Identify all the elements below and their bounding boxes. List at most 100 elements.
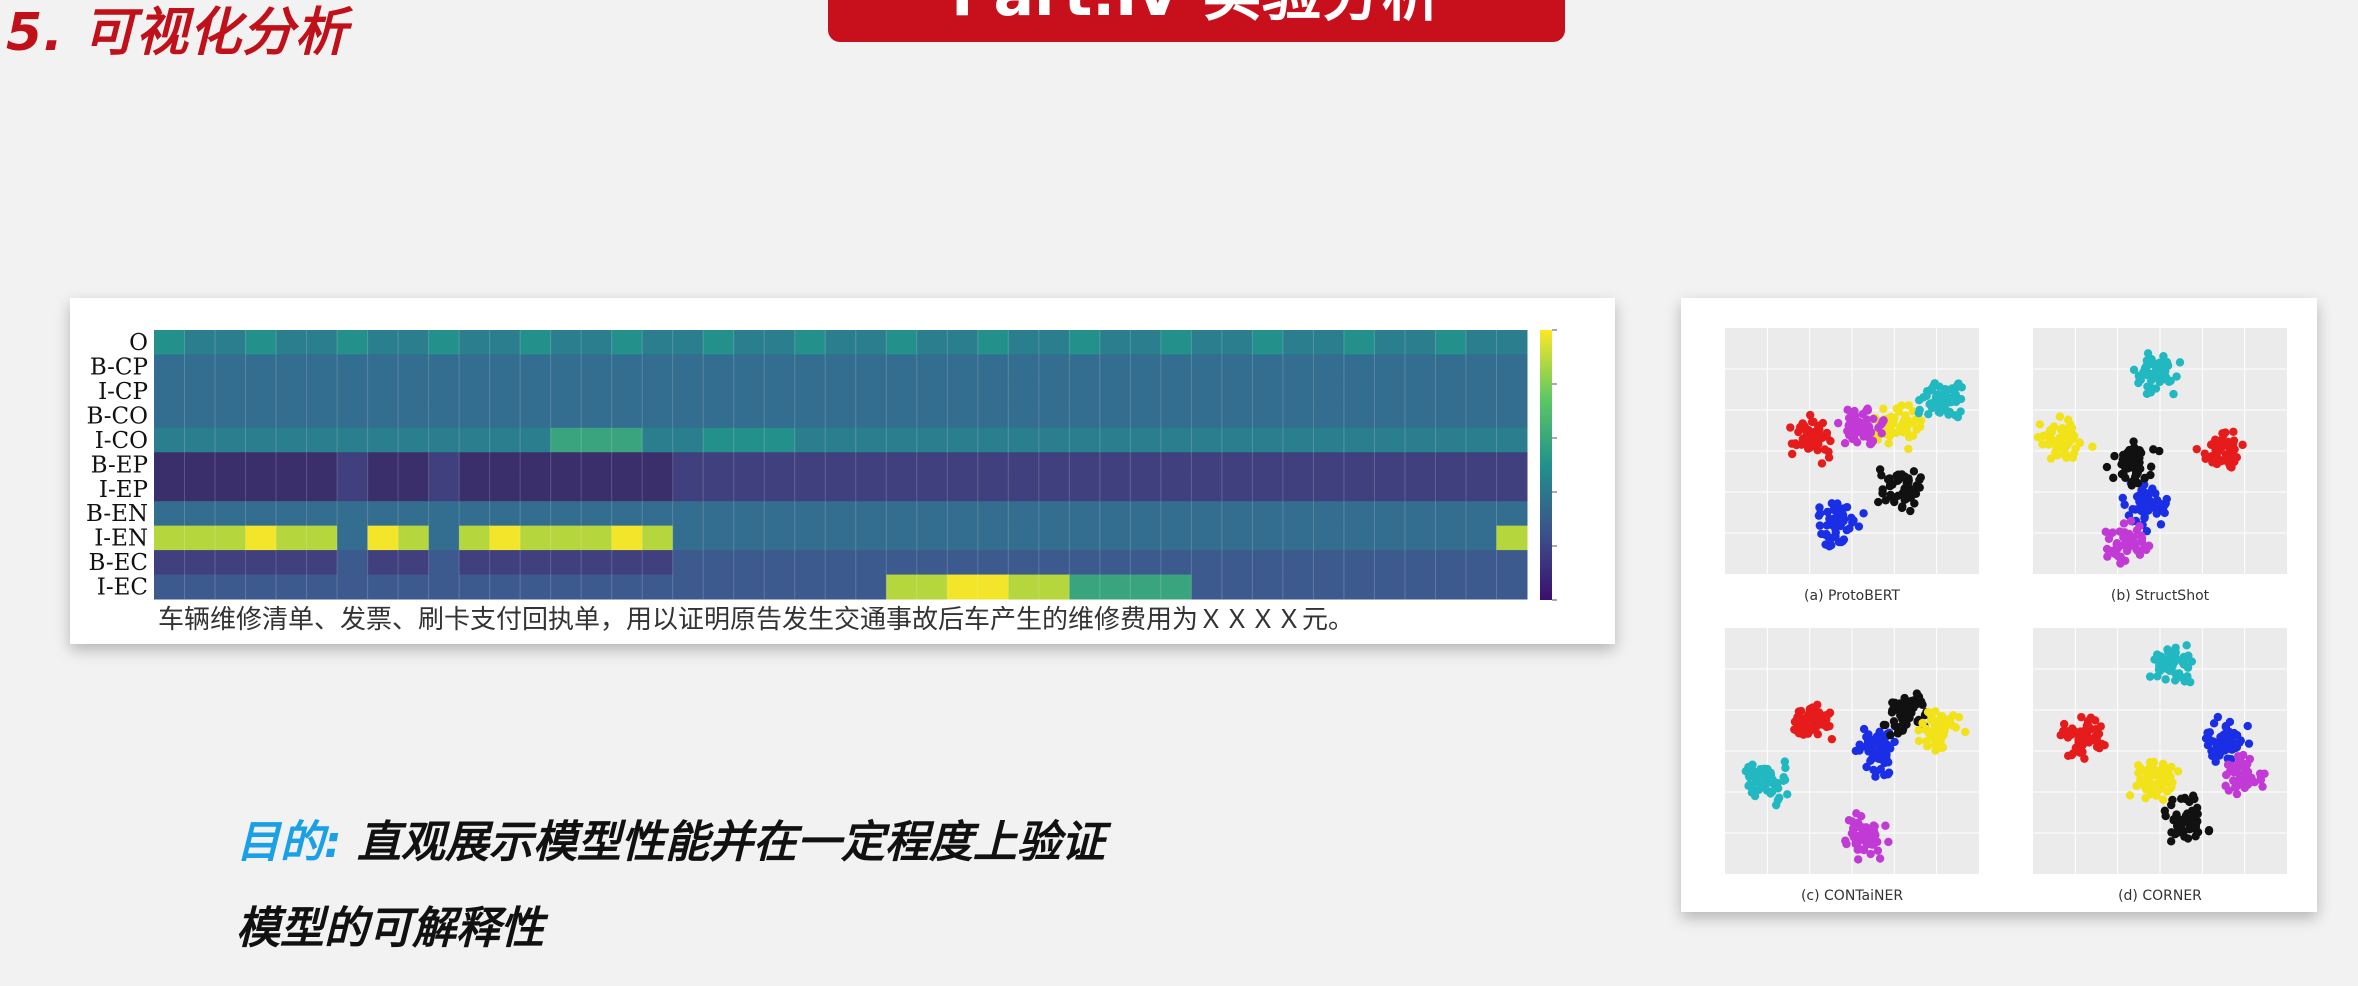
heatmap-cell xyxy=(520,354,552,380)
heatmap-cell xyxy=(1343,378,1375,404)
heatmap-cell xyxy=(977,403,1009,429)
heatmap-cell xyxy=(977,525,1009,551)
heatmap-cell xyxy=(794,476,826,502)
heatmap-cell xyxy=(1099,403,1131,429)
heatmap-cell xyxy=(1069,525,1101,551)
heatmap-cell xyxy=(642,550,674,576)
tsne-point xyxy=(2153,359,2163,368)
heatmap-cell xyxy=(550,354,582,380)
heatmap-cell xyxy=(1099,525,1131,551)
tsne-point xyxy=(1904,444,1913,454)
heatmap-cell xyxy=(1374,550,1406,576)
heatmap-cell xyxy=(733,354,765,380)
heatmap-cell xyxy=(1465,403,1497,429)
heatmap-cell xyxy=(1404,330,1436,355)
tsne-point xyxy=(2174,669,2184,678)
heatmap-cell xyxy=(276,403,308,429)
heatmap-cell xyxy=(642,330,674,355)
tsne-point xyxy=(1854,425,1864,434)
tsne-point xyxy=(1875,854,1885,863)
heatmap-cell xyxy=(977,501,1009,527)
heatmap-cell xyxy=(855,378,887,404)
heatmap-cell xyxy=(947,574,979,600)
heatmap-cell xyxy=(916,550,948,576)
heatmap-cell xyxy=(306,501,338,527)
heatmap-cell xyxy=(245,525,277,551)
heatmap-cell xyxy=(1374,378,1406,404)
heatmap-cell xyxy=(1282,476,1314,502)
heatmap-cell xyxy=(1343,476,1375,502)
tsne-point xyxy=(1878,489,1887,498)
heatmap-cell xyxy=(733,550,765,576)
heatmap-cell xyxy=(703,525,735,551)
heatmap-row-label: I-CO xyxy=(95,428,148,454)
heatmap-cell xyxy=(581,330,613,355)
heatmap-cell xyxy=(1130,452,1162,478)
heatmap-cell xyxy=(672,525,704,551)
tsne-point xyxy=(1802,714,1812,723)
heatmap-cell xyxy=(184,427,216,453)
tsne-point xyxy=(1773,784,1783,793)
tsne-point xyxy=(2035,420,2045,429)
heatmap-cell xyxy=(1465,378,1497,404)
tsne-point xyxy=(2187,812,2196,821)
heatmap-cell xyxy=(581,378,613,404)
heatmap-cell xyxy=(886,501,918,527)
tsne-point xyxy=(1815,509,1825,518)
tsne-point xyxy=(2164,377,2174,387)
tsne-point xyxy=(1887,708,1897,717)
heatmap-cell xyxy=(703,476,735,502)
tsne-point xyxy=(1954,712,1964,722)
heatmap-cell xyxy=(1099,501,1131,527)
heatmap-cell xyxy=(154,452,186,478)
heatmap-cell xyxy=(611,378,643,404)
tsne-point xyxy=(2162,357,2172,367)
heatmap-cell xyxy=(1435,550,1467,576)
heatmap-cell xyxy=(1496,550,1528,576)
heatmap-cell xyxy=(947,378,979,404)
heatmap-cell xyxy=(215,525,247,551)
heatmap-cell xyxy=(1282,330,1314,355)
heatmap-cell xyxy=(916,501,948,527)
tsne-point xyxy=(1831,528,1840,537)
heatmap-row-label: B-CO xyxy=(86,403,148,429)
heatmap-cell xyxy=(916,574,948,600)
heatmap-cell xyxy=(733,501,765,527)
heatmap-cell xyxy=(1130,403,1162,429)
heatmap-cell xyxy=(886,476,918,502)
tsne-point xyxy=(1854,844,1864,853)
heatmap-cell xyxy=(1282,403,1314,429)
heatmap-cell xyxy=(1069,574,1101,600)
heatmap-cell xyxy=(184,501,216,527)
heatmap-cell xyxy=(611,574,643,600)
heatmap-cell xyxy=(1374,574,1406,600)
heatmap-cell xyxy=(367,452,399,478)
heatmap-cell xyxy=(398,378,430,404)
tsne-point xyxy=(1914,736,1924,746)
tsne-point xyxy=(2146,369,2155,379)
heatmap-row-label: I-EN xyxy=(94,526,148,552)
tsne-point xyxy=(2109,473,2118,483)
tsne-point xyxy=(1762,786,1772,795)
tsne-point xyxy=(2156,520,2166,529)
tsne-point xyxy=(1931,394,1941,403)
purpose-text: 目的: 直观展示模型性能并在一定程度上验证 模型的可解释性 xyxy=(236,800,1105,972)
tsne-panel: (a) ProtoBERT xyxy=(1725,328,1979,604)
heatmap-cell xyxy=(428,452,460,478)
heatmap-cell xyxy=(886,403,918,429)
heatmap-cell xyxy=(611,525,643,551)
heatmap-cell xyxy=(1343,452,1375,478)
heatmap-cell xyxy=(1496,574,1528,600)
tsne-point xyxy=(1752,774,1761,783)
heatmap-cell xyxy=(337,525,369,551)
heatmap-cell xyxy=(550,452,582,478)
heatmap-cell xyxy=(520,403,552,429)
heatmap-cell xyxy=(489,330,521,355)
heatmap-cell xyxy=(855,427,887,453)
heatmap-cell xyxy=(337,378,369,404)
tsne-point xyxy=(2218,440,2228,449)
heatmap-cell xyxy=(520,525,552,551)
heatmap-cell xyxy=(886,525,918,551)
tsne-point xyxy=(2112,540,2121,549)
tsne-point xyxy=(1905,713,1914,723)
